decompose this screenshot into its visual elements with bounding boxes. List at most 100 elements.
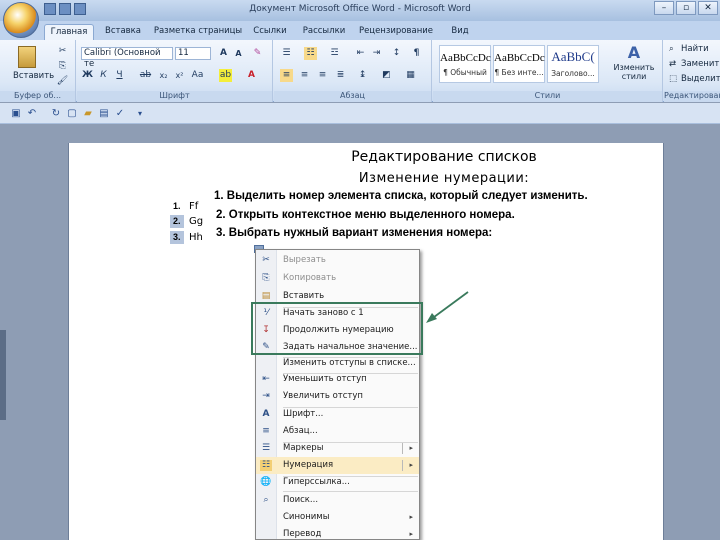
multilevel-icon[interactable]: ☲ xyxy=(328,47,341,60)
subscript-icon[interactable]: x₂ xyxy=(157,69,170,82)
font-name-select[interactable]: Calibri (Основной те xyxy=(81,47,173,69)
menu-item-label: Абзац... xyxy=(283,426,318,436)
increase-indent-icon[interactable]: ⇥ xyxy=(370,47,383,60)
tab-review[interactable]: Рецензирование xyxy=(358,24,434,40)
sort-icon[interactable]: ↕ xyxy=(390,47,403,60)
open-icon[interactable]: ▰ xyxy=(82,108,94,120)
office-button[interactable] xyxy=(3,2,39,38)
paragraph-icon: ≡ xyxy=(262,426,270,436)
save-icon[interactable]: ▣ xyxy=(10,108,22,120)
paragraph-group: ☰ ☷ ☲ ⇤ ⇥ ↕ ¶ ≡ ≡ ≡ ≣ ↨ ◩ ▦ Абзац xyxy=(274,40,432,102)
tab-page-layout[interactable]: Разметка страницы xyxy=(152,24,244,40)
format-painter-icon[interactable]: 🖌 xyxy=(56,75,69,88)
align-left-icon[interactable]: ≡ xyxy=(280,69,293,82)
menu-item-paragraph[interactable]: ≡ Абзац... xyxy=(256,423,419,440)
copy-icon[interactable]: ⎘ xyxy=(56,60,69,73)
menu-item-adjust-indents[interactable]: Изменить отступы в списке... xyxy=(256,355,419,372)
superscript-icon[interactable]: x² xyxy=(173,69,186,82)
align-center-icon[interactable]: ≡ xyxy=(298,69,311,82)
submenu-arrow-icon: ▸ xyxy=(409,461,413,469)
new-icon[interactable]: ▢ xyxy=(66,108,78,120)
customize-icon[interactable]: ▾ xyxy=(134,108,146,120)
justify-icon[interactable]: ≣ xyxy=(334,69,347,82)
find-label: Найти xyxy=(681,44,709,54)
grow-font-icon[interactable]: A xyxy=(217,47,230,60)
quick-access-toolbar: ▣ ↶ ↻ ▢ ▰ ▤ ✓ ▾ xyxy=(0,103,720,124)
shading-icon[interactable]: ◩ xyxy=(380,69,393,82)
pointer-arrow-icon xyxy=(426,291,469,323)
highlight-icon[interactable]: ab xyxy=(219,69,232,82)
style-heading[interactable]: AaBbC( Заголово... xyxy=(547,45,599,83)
numbering-icon: ☷ xyxy=(260,460,272,471)
select-icon: ⬚ xyxy=(669,74,678,84)
close-button[interactable]: ✕ xyxy=(698,1,718,15)
menu-item-synonyms[interactable]: Синонимы ▸ xyxy=(256,509,419,526)
list-number-2[interactable]: 2. xyxy=(170,215,184,228)
menu-item-translate[interactable]: Перевод ▸ xyxy=(256,526,419,539)
hyperlink-icon: 🌐 xyxy=(260,477,272,487)
find-button[interactable]: ⌕ Найти xyxy=(666,43,720,57)
tab-mailings[interactable]: Рассылки xyxy=(298,24,350,40)
tab-view[interactable]: Вид xyxy=(442,24,478,40)
list-number-3[interactable]: 3. xyxy=(170,231,184,244)
shrink-font-icon[interactable]: A xyxy=(232,47,245,60)
minimize-button[interactable]: – xyxy=(654,1,674,15)
font-color-icon[interactable]: A xyxy=(245,69,258,82)
italic-icon[interactable]: К xyxy=(97,69,110,82)
change-case-icon[interactable]: Аа xyxy=(191,69,204,82)
spelling-icon[interactable]: ✓ xyxy=(114,108,126,120)
style-heading-name: Заголово... xyxy=(551,69,595,78)
align-right-icon[interactable]: ≡ xyxy=(316,69,329,82)
menu-item-numbering[interactable]: ☷ Нумерация ▸ xyxy=(256,457,419,474)
menu-item-font[interactable]: A Шрифт... xyxy=(256,406,419,423)
highlight-frame xyxy=(251,302,423,355)
borders-icon[interactable]: ▦ xyxy=(404,69,417,82)
list-item-text-2: Gg xyxy=(189,216,204,227)
style-no-spacing-sample: AaBbCcDc xyxy=(494,52,545,64)
paste-label: Вставить xyxy=(13,71,55,81)
editing-group: ⌕ Найти ⇄ Заменить ⬚Выделить Редактировани… xyxy=(664,40,720,102)
font-size-select[interactable]: 11 xyxy=(175,47,211,60)
underline-icon[interactable]: Ч xyxy=(113,69,126,82)
line-spacing-icon[interactable]: ↨ xyxy=(356,69,369,82)
menu-item-increase-indent[interactable]: ⇥ Увеличить отступ xyxy=(256,388,419,405)
cut-icon[interactable]: ✂ xyxy=(56,45,69,58)
ribbon-tabs: Главная Вставка Разметка страницы Ссылки… xyxy=(0,21,720,40)
bullets-icon[interactable]: ☰ xyxy=(280,47,293,60)
menu-item-search[interactable]: ⌕ Поиск... xyxy=(256,492,419,509)
redo-icon[interactable]: ↻ xyxy=(50,108,62,120)
numbering-icon[interactable]: ☷ xyxy=(304,47,317,60)
menu-item-decrease-indent[interactable]: ⇤ Уменьшить отступ xyxy=(256,371,419,388)
replace-button[interactable]: ⇄ Заменить xyxy=(666,58,720,72)
show-marks-icon[interactable]: ¶ xyxy=(410,47,423,60)
instruction-1: 1. Выделить номер элемента списка, котор… xyxy=(214,190,588,202)
tab-home[interactable]: Главная xyxy=(44,24,94,40)
decrease-indent-icon[interactable]: ⇤ xyxy=(354,47,367,60)
style-normal[interactable]: AaBbCcDc ¶ Обычный xyxy=(439,45,491,83)
ribbon: Вставить ✂ ⎘ 🖌 Буфер об... Calibri (Осно… xyxy=(0,40,720,102)
menu-item-bullets[interactable]: ☰ Маркеры ▸ xyxy=(256,440,419,457)
cut-icon: ✂ xyxy=(262,255,270,265)
change-styles-button[interactable]: A Изменить стили xyxy=(607,42,661,90)
menu-item-cut[interactable]: ✂ Вырезать xyxy=(256,252,419,269)
clear-format-icon[interactable]: ✎ xyxy=(251,47,264,60)
undo-icon[interactable]: ↶ xyxy=(26,108,38,120)
select-label: Выделить xyxy=(681,74,720,84)
paste-button[interactable]: Вставить xyxy=(12,43,55,87)
menu-item-copy[interactable]: ⎘ Копировать xyxy=(256,270,419,287)
style-no-spacing[interactable]: AaBbCcDc ¶ Без инте... xyxy=(493,45,545,83)
list-item-text-3: Hh xyxy=(189,232,203,243)
tab-insert[interactable]: Вставка xyxy=(102,24,144,40)
maximize-button[interactable]: ▫ xyxy=(676,1,696,15)
strikethrough-icon[interactable]: ab xyxy=(139,69,152,82)
change-styles-label: Изменить стили xyxy=(613,63,655,81)
paragraph-group-label: Абзац xyxy=(274,91,431,102)
tab-references[interactable]: Ссылки xyxy=(250,24,290,40)
paste-icon xyxy=(18,46,36,68)
print-preview-icon[interactable]: ▤ xyxy=(98,108,110,120)
bold-icon[interactable]: Ж xyxy=(81,69,94,82)
list-number-1[interactable]: 1. xyxy=(170,200,184,213)
list-item-text-1: Ff xyxy=(189,201,199,212)
menu-item-hyperlink[interactable]: 🌐 Гиперссылка... xyxy=(256,474,419,491)
select-button[interactable]: ⬚Выделить xyxy=(666,73,720,87)
